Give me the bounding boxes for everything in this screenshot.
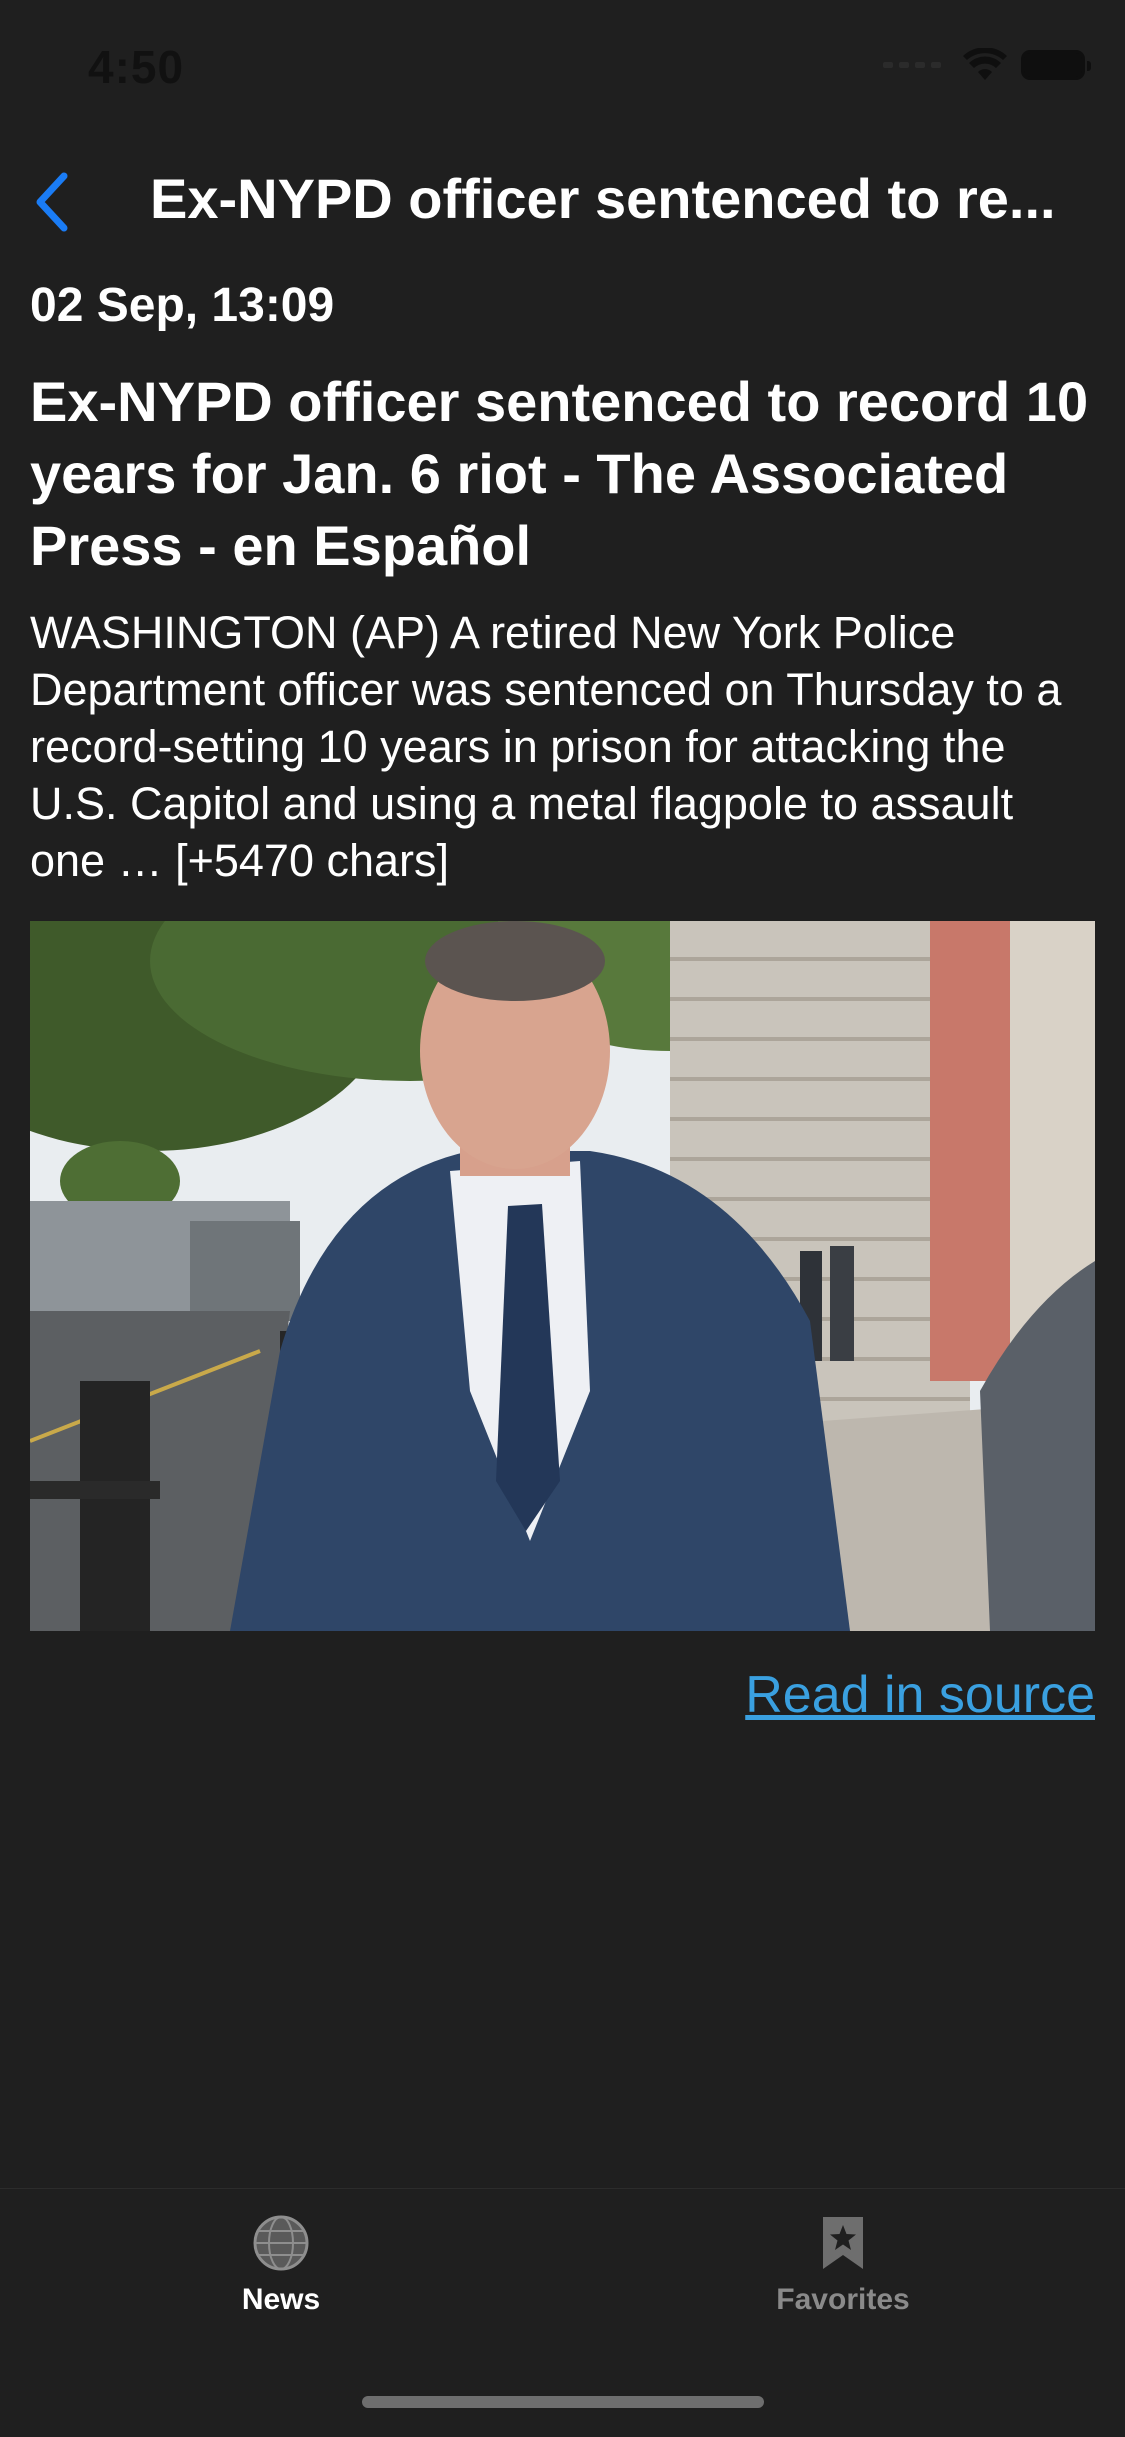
- article-description: WASHINGTON (AP) A retired New York Polic…: [30, 607, 1062, 886]
- tab-favorites-label: Favorites: [776, 2283, 910, 2316]
- read-in-source-link[interactable]: Read in source: [30, 1665, 1095, 1725]
- article-image: [30, 921, 1095, 1631]
- home-indicator: [362, 2396, 764, 2408]
- back-button[interactable]: [22, 170, 82, 234]
- tab-news-label: News: [241, 2283, 321, 2316]
- status-time: 4:50: [88, 41, 185, 93]
- chevron-left-icon: [36, 172, 68, 232]
- bookmark-star-icon: [823, 2217, 863, 2269]
- globe-icon: [253, 2215, 309, 2271]
- battery-icon: [1021, 50, 1091, 80]
- article-content: 02 Sep, 13:09 Ex-NYPD officer sentenced …: [30, 276, 1095, 1725]
- cellular-signal-icon: [883, 62, 941, 68]
- article-date: 02 Sep, 13:09: [30, 279, 335, 332]
- tab-favorites[interactable]: Favorites: [693, 2213, 993, 2317]
- article-headline: Ex-NYPD officer sentenced to record 10 y…: [30, 370, 1089, 577]
- status-icons: [883, 48, 1091, 82]
- wifi-icon: [963, 48, 1007, 80]
- nav-title: Ex-NYPD officer sentenced to re...: [150, 167, 1056, 230]
- navigation-bar: Ex-NYPD officer sentenced to re...: [0, 150, 1125, 250]
- tab-news[interactable]: News: [131, 2213, 431, 2317]
- status-bar: 4:50: [0, 0, 1125, 130]
